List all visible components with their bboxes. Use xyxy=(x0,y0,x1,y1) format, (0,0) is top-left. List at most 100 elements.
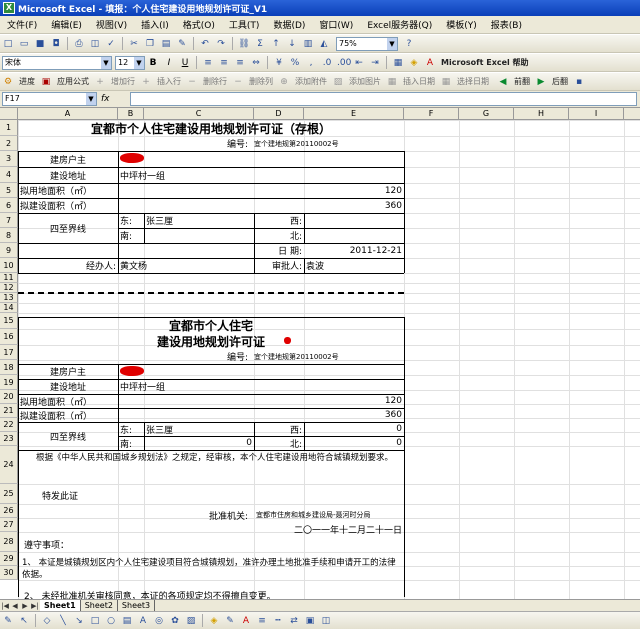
formula-input[interactable] xyxy=(129,92,637,106)
borders-icon[interactable]: ▦ xyxy=(391,56,405,70)
north-value-2[interactable]: 0 xyxy=(304,436,404,450)
menu-report[interactable]: 报表(B) xyxy=(484,18,529,31)
print-icon[interactable]: ⎙ xyxy=(72,37,86,51)
row-header[interactable]: 9 xyxy=(0,243,18,258)
next-page-button[interactable]: 后翻 xyxy=(549,76,571,87)
row-header[interactable]: 25 xyxy=(0,484,18,504)
save-icon[interactable]: ■ xyxy=(33,37,47,51)
tab-sheet1[interactable]: Sheet1 xyxy=(40,600,81,611)
open-icon[interactable]: ▭ xyxy=(17,37,31,51)
menu-format[interactable]: 格式(O) xyxy=(176,18,222,31)
number-value-2[interactable]: 宜个建地规第20110002号 xyxy=(252,349,402,364)
tab-sheet3[interactable]: Sheet3 xyxy=(117,600,156,611)
form-title-stub[interactable]: 宜都市个人住宅建设用地规划许可证（存根） xyxy=(18,120,404,136)
prev-page-icon[interactable]: ◀ xyxy=(496,75,510,89)
font-select[interactable]: 宋体 ▼ xyxy=(2,55,112,70)
toolbar-options-icon[interactable]: ▪ xyxy=(572,75,586,89)
row-header[interactable]: 23 xyxy=(0,432,18,446)
align-right-icon[interactable]: ≡ xyxy=(233,56,247,70)
chart-wizard-icon[interactable]: ▥ xyxy=(301,37,315,51)
certificate-title-line1[interactable]: 宜都市个人住宅 xyxy=(18,317,404,333)
column-header[interactable]: E xyxy=(304,108,404,120)
build-area-value-2[interactable]: 360 xyxy=(118,408,404,422)
approver-value[interactable]: 袁波 xyxy=(304,258,404,273)
land-area-value[interactable]: 120 xyxy=(118,183,404,198)
sort-ascending-icon[interactable]: ↑ xyxy=(269,37,283,51)
zoom-select[interactable]: 75% ▼ xyxy=(336,36,398,51)
column-header[interactable]: G xyxy=(459,108,514,120)
last-sheet-icon[interactable]: ▶| xyxy=(30,602,40,610)
row-header[interactable]: 28 xyxy=(0,532,18,552)
redo-icon[interactable]: ↷ xyxy=(214,37,228,51)
rectangle-icon[interactable]: □ xyxy=(88,614,102,628)
currency-icon[interactable]: ¥ xyxy=(272,56,286,70)
east-value-2[interactable]: 张三厘 xyxy=(144,422,254,436)
address-value-2[interactable]: 中坪村一组 xyxy=(118,379,318,394)
name-box[interactable]: F17 ▼ xyxy=(2,92,97,106)
menu-excel-server[interactable]: Excel服务器(Q) xyxy=(360,18,439,31)
draw-icon[interactable]: ✎ xyxy=(1,614,15,628)
row-header[interactable]: 1 xyxy=(0,120,18,136)
menu-tools[interactable]: 工具(T) xyxy=(222,18,267,31)
italic-icon[interactable]: I xyxy=(162,56,176,70)
cut-icon[interactable]: ✂ xyxy=(127,37,141,51)
progress-icon[interactable]: ⚙ xyxy=(1,75,15,89)
row-header[interactable]: 19 xyxy=(0,375,18,390)
font-color-icon[interactable]: A xyxy=(239,614,253,628)
row-header[interactable]: 18 xyxy=(0,360,18,375)
row-header[interactable]: 29 xyxy=(0,552,18,566)
row-header[interactable]: 11 xyxy=(0,273,18,283)
align-center-icon[interactable]: ≡ xyxy=(217,56,231,70)
worksheet-grid[interactable]: ABCDEFGHIJ 12345678910111213141516171819… xyxy=(0,108,640,610)
apply-formula-button[interactable]: 应用公式 xyxy=(54,76,92,87)
row-header[interactable]: 15 xyxy=(0,313,18,329)
column-header[interactable]: D xyxy=(254,108,304,120)
next-page-icon[interactable]: ▶ xyxy=(534,75,548,89)
column-header[interactable]: J xyxy=(624,108,640,120)
land-area-value-2[interactable]: 120 xyxy=(118,394,404,408)
3d-icon[interactable]: ◫ xyxy=(319,614,333,628)
excel-help-label[interactable]: Microsoft Excel 帮助 xyxy=(438,57,532,68)
menu-insert[interactable]: 插入(I) xyxy=(134,18,176,31)
sort-descending-icon[interactable]: ↓ xyxy=(285,37,299,51)
south-value-2[interactable]: 0 xyxy=(144,436,254,450)
help-icon[interactable]: ? xyxy=(402,37,416,51)
row-header[interactable]: 22 xyxy=(0,418,18,432)
shadow-icon[interactable]: ▣ xyxy=(303,614,317,628)
column-header[interactable]: A xyxy=(18,108,118,120)
row-header[interactable]: 14 xyxy=(0,303,18,313)
arrow-icon[interactable]: ↘ xyxy=(72,614,86,628)
column-header[interactable]: H xyxy=(514,108,569,120)
address-value[interactable]: 中坪村一组 xyxy=(118,167,318,183)
prev-sheet-icon[interactable]: ◀ xyxy=(10,602,20,610)
merge-center-icon[interactable]: ⇔ xyxy=(249,56,263,70)
comma-icon[interactable]: , xyxy=(304,56,318,70)
column-header[interactable]: B xyxy=(118,108,144,120)
increase-decimal-icon[interactable]: .0 xyxy=(320,56,334,70)
row-header[interactable]: 4 xyxy=(0,167,18,183)
row-header[interactable]: 17 xyxy=(0,345,18,360)
column-header[interactable]: C xyxy=(144,108,254,120)
wordart-icon[interactable]: A xyxy=(136,614,150,628)
row-header[interactable]: 26 xyxy=(0,504,18,518)
fill-color-icon[interactable]: ◈ xyxy=(207,614,221,628)
autosum-icon[interactable]: Σ xyxy=(253,37,267,51)
menu-data[interactable]: 数据(D) xyxy=(266,18,312,31)
certificate-title-line2[interactable]: 建设用地规划许可证 xyxy=(18,333,404,349)
font-size-select[interactable]: 12 ▼ xyxy=(115,55,145,70)
picture-icon[interactable]: ▨ xyxy=(184,614,198,628)
select-all-button[interactable] xyxy=(0,108,18,120)
paste-icon[interactable]: ▤ xyxy=(159,37,173,51)
row-header[interactable]: 24 xyxy=(0,446,18,484)
permission-icon[interactable]: ◘ xyxy=(49,37,63,51)
issue-date[interactable]: 二〇一一年十二月二十一日 xyxy=(254,522,404,536)
fill-color-icon[interactable]: ◈ xyxy=(407,56,421,70)
date-value[interactable]: 2011-12-21 xyxy=(304,243,404,258)
select-objects-icon[interactable]: ↖ xyxy=(17,614,31,628)
autoshapes-icon[interactable]: ◇ xyxy=(40,614,54,628)
row-header[interactable]: 12 xyxy=(0,283,18,293)
build-area-value[interactable]: 360 xyxy=(118,198,404,213)
menu-window[interactable]: 窗口(W) xyxy=(312,18,360,31)
dash-style-icon[interactable]: ┅ xyxy=(271,614,285,628)
tab-sheet2[interactable]: Sheet2 xyxy=(80,600,118,611)
